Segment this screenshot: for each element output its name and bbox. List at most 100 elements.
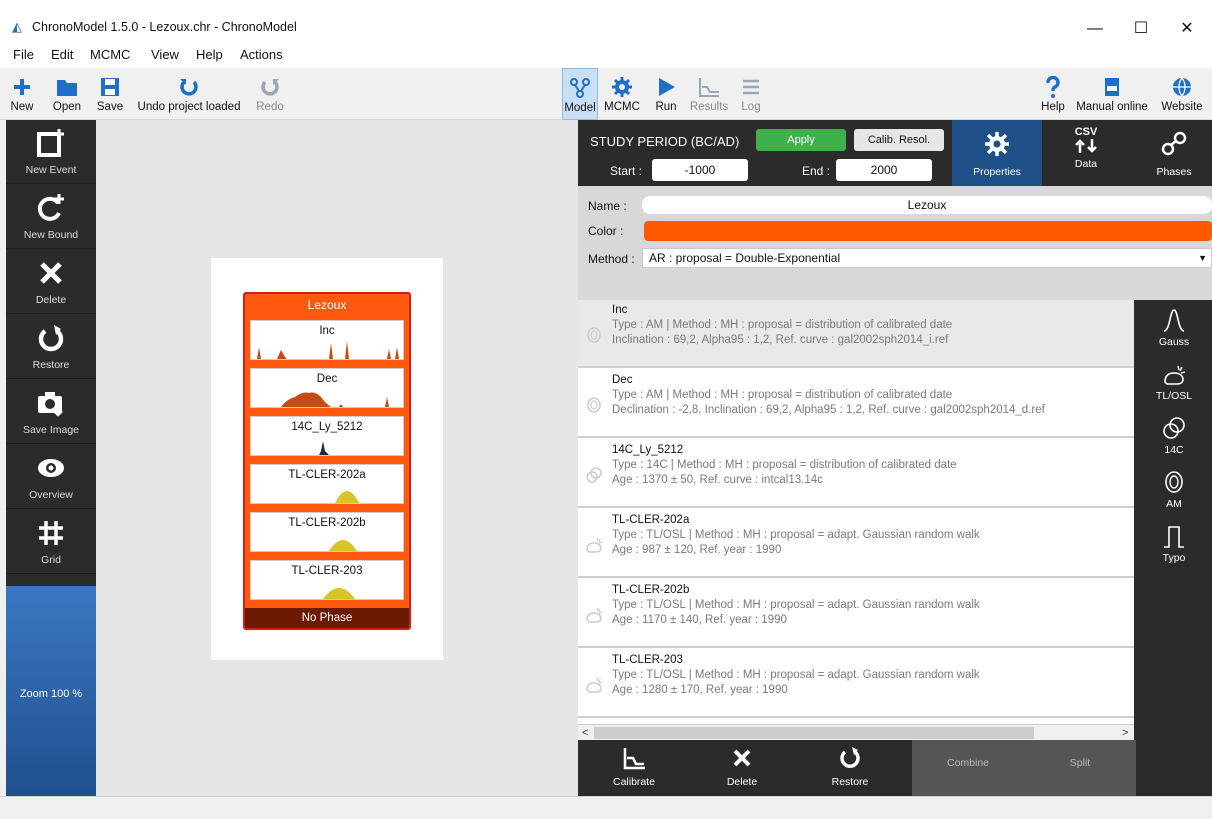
c14-method-icon	[586, 467, 602, 483]
calibrate-button[interactable]: Calibrate	[582, 740, 686, 796]
overview-label: Overview	[29, 489, 73, 501]
zoom-indicator[interactable]: Zoom 100 %	[6, 586, 96, 796]
tlosl-label: TL/OSL	[1155, 390, 1193, 402]
tab-properties[interactable]: Properties	[952, 120, 1042, 186]
typo-label: Typo	[1162, 552, 1186, 564]
apply-button[interactable]: Apply	[756, 129, 846, 151]
delete-x-icon	[733, 749, 751, 767]
date-thumb-14c[interactable]: 14C_Ly_5212	[250, 416, 404, 456]
date-detail-type: Type : TL/OSL | Method : MH : proposal =…	[612, 669, 980, 681]
date-detail-type: Type : TL/OSL | Method : MH : proposal =…	[612, 599, 980, 611]
menu-view[interactable]: View	[151, 47, 179, 62]
am-method-icon	[587, 397, 601, 413]
study-period-label: STUDY PERIOD (BC/AD)	[590, 134, 740, 149]
date-thumb-inc[interactable]: Inc	[250, 320, 404, 360]
log-tab-button[interactable]: Log	[736, 68, 766, 120]
start-input[interactable]: -1000	[652, 159, 748, 181]
method-select[interactable]: AR : proposal = Double-Exponential ▼	[642, 248, 1212, 268]
new-event-icon	[37, 129, 64, 157]
date-name: Dec	[612, 374, 633, 386]
list-item[interactable]: TL-CLER-203 Type : TL/OSL | Method : MH …	[578, 650, 1134, 718]
event-color-picker[interactable]	[644, 221, 1212, 241]
date-thumb-tl-cler-203[interactable]: TL-CLER-203	[250, 560, 404, 600]
split-button[interactable]: Split	[1024, 740, 1136, 796]
scroll-left-icon[interactable]: <	[582, 725, 588, 741]
gear-icon	[612, 77, 632, 97]
play-icon	[659, 78, 675, 96]
add-gauss-date-button[interactable]: Gauss	[1136, 302, 1212, 356]
add-tlosl-date-button[interactable]: TL/OSL	[1136, 356, 1212, 410]
date-detail-values: Declination : -2,8, Inclination : 69,2, …	[612, 404, 1045, 416]
date-density-plot	[323, 588, 355, 599]
tab-phases[interactable]: Phases	[1136, 120, 1212, 186]
run-button[interactable]: Run	[648, 68, 684, 120]
list-item[interactable]: Dec Type : AM | Method : MH : proposal =…	[578, 370, 1134, 438]
event-properties-form: Name : Lezoux Color : Method : AR : prop…	[578, 186, 1212, 300]
grid-button[interactable]: Grid	[6, 510, 96, 574]
tab-properties-label: Properties	[973, 166, 1021, 178]
minimize-button[interactable]: —	[1072, 14, 1118, 44]
event-name-input[interactable]: Lezoux	[642, 196, 1212, 214]
restore-date-button[interactable]: Restore	[798, 740, 902, 796]
mcmc-tab-button[interactable]: MCMC	[602, 68, 642, 120]
grid-hash-icon	[39, 521, 63, 545]
scroll-right-icon[interactable]: >	[1122, 725, 1128, 741]
end-input[interactable]: 2000	[836, 159, 932, 181]
method-select-value: AR : proposal = Double-Exponential	[649, 251, 841, 265]
new-bound-button[interactable]: New Bound	[6, 185, 96, 249]
save-image-button[interactable]: Save Image	[6, 380, 96, 444]
results-chart-icon	[699, 78, 719, 97]
manual-online-button[interactable]: Manual online	[1072, 68, 1152, 120]
delete-date-button[interactable]: Delete	[690, 740, 794, 796]
date-detail-values: Age : 1280 ± 170, Ref. year : 1990	[612, 684, 788, 696]
results-tab-button[interactable]: Results	[686, 68, 732, 120]
list-item[interactable]: Inc Type : AM | Method : MH : proposal =…	[578, 300, 1134, 368]
maximize-button[interactable]: ☐	[1118, 14, 1164, 44]
date-density-plot	[319, 441, 329, 455]
tab-data[interactable]: CSV Data	[1048, 120, 1124, 186]
save-button[interactable]: Save	[92, 68, 128, 120]
undo-button[interactable]: Undo project loaded	[132, 68, 246, 120]
delete-button[interactable]: Delete	[6, 250, 96, 314]
event-properties-panel: STUDY PERIOD (BC/AD) Apply Calib. Resol.…	[578, 120, 1212, 796]
menu-edit[interactable]: Edit	[51, 47, 73, 62]
close-button[interactable]: ✕	[1164, 14, 1210, 44]
open-button[interactable]: Open	[46, 68, 88, 120]
menu-mcmc[interactable]: MCMC	[90, 47, 130, 62]
date-thumb-dec[interactable]: Dec	[250, 368, 404, 408]
combine-button[interactable]: Combine	[912, 740, 1024, 796]
website-label: Website	[1161, 101, 1203, 113]
overview-button[interactable]: Overview	[6, 445, 96, 509]
horizontal-scrollbar[interactable]: < >	[578, 724, 1134, 740]
new-bound-icon	[37, 194, 64, 221]
list-item[interactable]: TL-CLER-202b Type : TL/OSL | Method : MH…	[578, 580, 1134, 648]
list-item[interactable]: 14C_Ly_5212 Type : 14C | Method : MH : p…	[578, 440, 1134, 508]
model-canvas[interactable]: Lezoux Inc Dec 14C_Ly_5212 TL-CLER-202a …	[96, 120, 578, 796]
tlosl-method-icon	[586, 607, 603, 623]
event-title: Lezoux	[307, 298, 347, 312]
date-name: Inc	[612, 304, 628, 316]
restore-button[interactable]: Restore	[6, 315, 96, 379]
pdf-icon	[1105, 78, 1119, 96]
date-thumb-tl-cler-202b[interactable]: TL-CLER-202b	[250, 512, 404, 552]
date-name: TL-CLER-203	[612, 654, 683, 666]
model-tab-button[interactable]: Model	[562, 68, 598, 120]
dates-list[interactable]: Inc Type : AM | Method : MH : proposal =…	[578, 300, 1134, 724]
new-event-button[interactable]: New Event	[6, 120, 96, 184]
add-14c-date-button[interactable]: 14C	[1136, 410, 1212, 464]
event-lezoux[interactable]: Lezoux Inc Dec 14C_Ly_5212 TL-CLER-202a …	[243, 292, 411, 630]
menu-actions[interactable]: Actions	[240, 47, 283, 62]
menu-help[interactable]: Help	[196, 47, 223, 62]
list-item[interactable]: TL-CLER-202a Type : TL/OSL | Method : MH…	[578, 510, 1134, 578]
scrollbar-thumb[interactable]	[594, 727, 1034, 739]
add-typo-date-button[interactable]: Typo	[1136, 518, 1212, 572]
add-am-date-button[interactable]: AM	[1136, 464, 1212, 518]
help-button[interactable]: Help	[1036, 68, 1070, 120]
date-name: 14C_Ly_5212	[612, 444, 684, 456]
redo-button[interactable]: Redo	[250, 68, 290, 120]
menu-file[interactable]: File	[13, 47, 34, 62]
website-button[interactable]: Website	[1154, 68, 1210, 120]
new-button[interactable]: New	[2, 68, 42, 120]
date-thumb-tl-cler-202a[interactable]: TL-CLER-202a	[250, 464, 404, 504]
calib-resol-button[interactable]: Calib. Resol.	[854, 129, 944, 151]
